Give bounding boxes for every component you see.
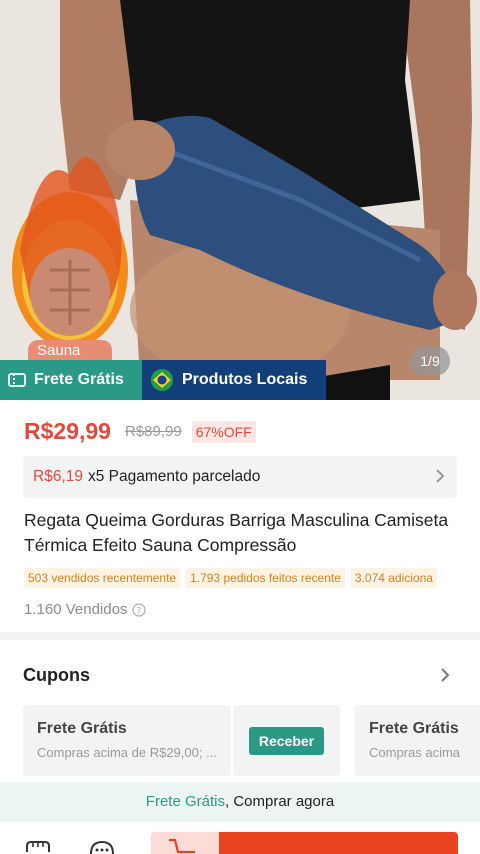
banner-highlight: Frete Grátis [145, 793, 225, 810]
free-shipping-badge: Frete Grátis [0, 360, 142, 400]
sales-tag: 1.793 pedidos feitos recente [186, 568, 345, 588]
product-title: Regata Queima Gorduras Barriga Masculina… [24, 510, 449, 555]
coupon-action: Receber [233, 705, 340, 776]
brazil-flag-icon [150, 368, 174, 392]
chevron-right-icon [435, 468, 445, 489]
add-to-cart-button[interactable] [151, 832, 219, 854]
help-icon[interactable]: ? [132, 602, 147, 617]
free-shipping-label: Frete Grátis [34, 371, 124, 388]
coupon-title: Frete Grátis [369, 720, 459, 737]
installment-amount: R$6,19 [33, 468, 83, 485]
coupon-desc: Compras acima [369, 745, 461, 760]
discount-badge: 67%OFF [191, 420, 256, 443]
installment-row[interactable]: R$6,19 x5 Pagamento parcelado [23, 456, 457, 498]
local-products-badge: Produtos Locais [142, 360, 326, 400]
original-price: R$89,99 [124, 423, 182, 440]
sold-count-label: 1.160 Vendidos [24, 601, 128, 618]
local-products-label: Produtos Locais [182, 371, 308, 388]
sales-tags: 503 vendidos recentemente 1.793 pedidos f… [24, 568, 460, 590]
receive-coupon-button[interactable]: Receber [249, 727, 324, 755]
coupon-card: Frete Grátis Compras acima [355, 705, 480, 776]
current-price: R$29,99 [24, 418, 111, 444]
free-shipping-banner[interactable]: Frete Grátis, Comprar agora [0, 782, 480, 822]
sold-count: 1.160 Vendidos ? [24, 601, 147, 618]
product-image-carousel[interactable]: Sauna 1/9 Frete Grátis Produtos Locais [0, 0, 480, 400]
ticket-icon [8, 373, 26, 387]
badge-row: Frete Grátis Produtos Locais [0, 360, 326, 400]
store-icon[interactable] [25, 840, 51, 854]
cart-icon [169, 838, 195, 854]
sales-tag: 503 vendidos recentemente [24, 568, 181, 588]
svg-text:?: ? [137, 606, 142, 616]
image-pager: 1/9 [410, 346, 450, 376]
coupon-card: Frete Grátis Compras acima de R$29,00; .… [23, 705, 231, 776]
coupons-title: Cupons [23, 665, 90, 685]
coupon-desc: Compras acima de R$29,00; ... [37, 745, 217, 760]
coupon-title: Frete Grátis [37, 720, 127, 737]
buy-now-button[interactable] [219, 832, 458, 854]
chat-icon[interactable] [89, 840, 115, 854]
sauna-label: Sauna [28, 340, 112, 360]
chevron-right-icon[interactable] [440, 667, 450, 688]
banner-text: , Comprar agora [224, 793, 335, 810]
sales-tag: 3.074 adiciona [350, 568, 437, 588]
installment-text: x5 Pagamento parcelado [87, 468, 261, 485]
price-row: R$29,99 R$89,99 67%OFF [24, 418, 256, 445]
bottom-action-bar [0, 822, 480, 854]
section-divider [0, 632, 480, 640]
